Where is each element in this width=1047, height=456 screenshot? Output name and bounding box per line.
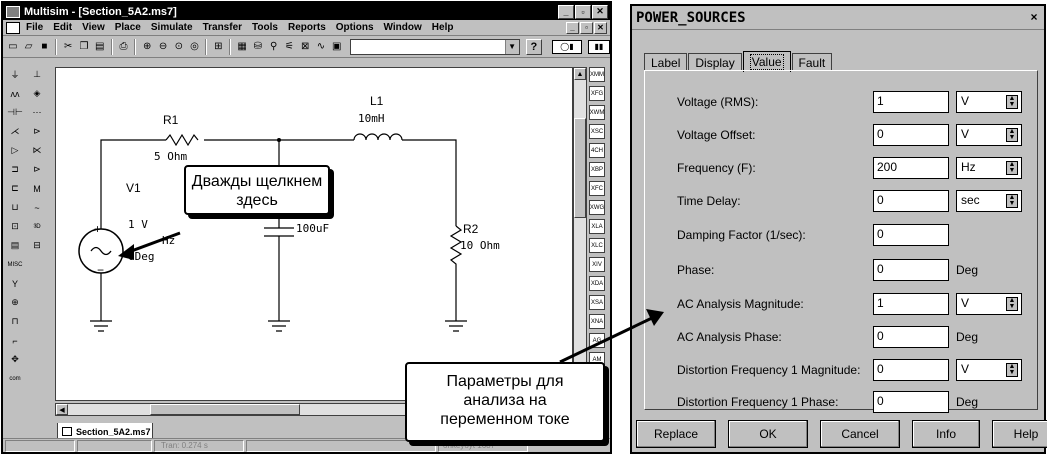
ac-analysis-callout: Параметры для анализа на переменном токе <box>405 362 605 442</box>
ac-callout-line-3: переменном токе <box>440 411 570 428</box>
ac-callout-line-1: Параметры для <box>446 373 564 390</box>
ac-callout-line-2: анализа на <box>463 392 547 409</box>
